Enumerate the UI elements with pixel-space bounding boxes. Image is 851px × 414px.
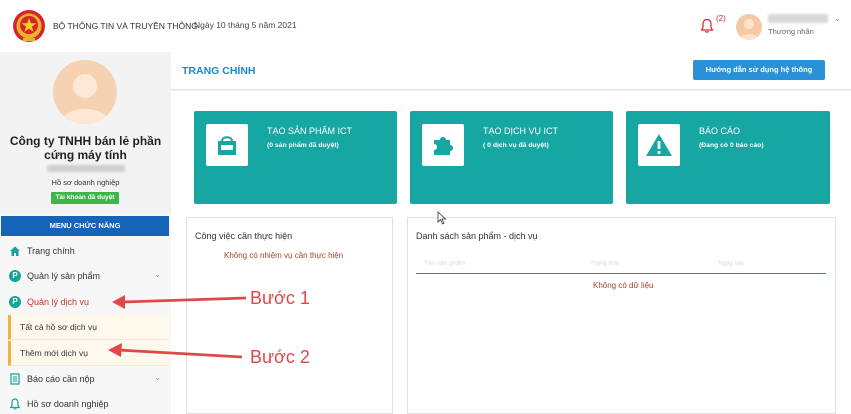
notification-bell-icon[interactable] (700, 18, 714, 34)
empty-message: Không có nhiệm vụ cần thực hiện (224, 251, 344, 260)
empty-message: Không có dữ liệu (593, 281, 654, 290)
sidebar-item-reports[interactable]: Báo cáo cần nộp ⌄ (0, 366, 169, 391)
card-title: BÁO CÁO (699, 126, 741, 136)
chevron-down-icon[interactable]: ⌄ (834, 14, 841, 23)
sidebar-item-label: Hồ sơ doanh nghiệp (27, 398, 109, 409)
p-circle-icon: P (9, 269, 21, 282)
company-profile: Công ty TNHH bán lẻ phần cứng máy tính H… (0, 52, 171, 214)
bell-icon (9, 397, 21, 410)
tasks-panel: Công việc cần thực hiện Không có nhiệm v… (186, 217, 393, 414)
profile-label: Hồ sơ doanh nghiệp (51, 178, 120, 187)
current-date: Ngày 10 tháng 5 năm 2021 (194, 20, 297, 30)
card-subtitle: (0 sản phẩm đã duyệt) (267, 142, 339, 149)
notification-count-badge: (2) (716, 14, 726, 23)
card-title: TẠO DỊCH VỤ ICT (483, 126, 559, 136)
national-emblem-logo (13, 10, 45, 42)
user-role: Thương nhân (768, 27, 814, 36)
company-id-redacted (47, 165, 125, 172)
chevron-down-icon: ⌄ (154, 270, 161, 279)
submenu-all-services[interactable]: Tất cả hồ sơ dịch vụ (8, 315, 169, 340)
panel-title: Danh sách sản phẩm - dịch vụ (416, 231, 538, 241)
company-name: Công ty TNHH bán lẻ phần cứng máy tính (9, 134, 162, 162)
account-status-badge: Tài khoản đã duyệt (51, 192, 119, 204)
chevron-down-icon: ⌄ (154, 373, 161, 382)
step-1-label: Bước 1 (250, 288, 310, 308)
annotation-arrow-1 (112, 295, 247, 309)
column-header: Tên sản phẩm (424, 260, 466, 267)
menu-header: MENU CHỨC NĂNG (1, 216, 169, 236)
top-header: BỘ THÔNG TIN VÀ TRUYỀN THÔNG Ngày 10 thá… (0, 0, 851, 52)
user-guide-button[interactable]: Hướng dẫn sử dụng hệ thống (693, 60, 825, 80)
sidebar-item-label: Quản lý dịch vụ (27, 296, 90, 307)
table-header: Tên sản phẩm Trạng thái Ngày tạo (416, 256, 826, 274)
company-avatar (53, 60, 117, 124)
step-2-label: Bước 2 (250, 347, 310, 367)
org-name: BỘ THÔNG TIN VÀ TRUYỀN THÔNG (53, 21, 198, 31)
create-product-card[interactable]: TẠO SẢN PHẨM ICT (0 sản phẩm đã duyệt) (194, 111, 397, 204)
card-title: TẠO SẢN PHẨM ICT (267, 126, 353, 136)
user-avatar[interactable] (736, 14, 762, 40)
sidebar-item-company-profile[interactable]: Hồ sơ doanh nghiệp (0, 391, 169, 414)
shopping-bag-icon (206, 124, 248, 166)
reports-card[interactable]: BÁO CÁO (Đang có 0 báo cáo) (626, 111, 830, 204)
p-circle-icon: P (9, 295, 21, 308)
card-subtitle: ( 0 dịch vụ đã duyệt) (483, 142, 549, 149)
create-service-card[interactable]: TẠO DỊCH VỤ ICT ( 0 dịch vụ đã duyệt) (410, 111, 613, 204)
puzzle-icon (422, 124, 464, 166)
sidebar-item-label: Trang chính (27, 245, 75, 256)
card-subtitle: (Đang có 0 báo cáo) (699, 142, 764, 149)
page-title-bar: TRANG CHÍNH Hướng dẫn sử dụng hệ thống (171, 52, 851, 90)
sidebar-item-products[interactable]: P Quản lý sản phẩm ⌄ (0, 263, 169, 288)
mouse-cursor-icon (437, 211, 447, 225)
warning-icon (638, 124, 680, 166)
page-title: TRANG CHÍNH (182, 65, 256, 77)
column-header: Ngày tạo (718, 260, 745, 267)
sidebar-item-label: Quản lý sản phẩm (27, 270, 101, 281)
user-name-redacted (768, 14, 828, 23)
sidebar-item-home[interactable]: Trang chính (0, 238, 169, 263)
column-header: Trạng thái (590, 260, 620, 267)
home-icon (9, 245, 21, 257)
document-icon (9, 372, 21, 385)
products-services-panel: Danh sách sản phẩm - dịch vụ Tên sản phẩ… (407, 217, 836, 414)
annotation-arrow-2 (108, 343, 243, 359)
sidebar-item-label: Báo cáo cần nộp (27, 373, 95, 384)
panel-title: Công việc cần thực hiện (195, 231, 293, 241)
